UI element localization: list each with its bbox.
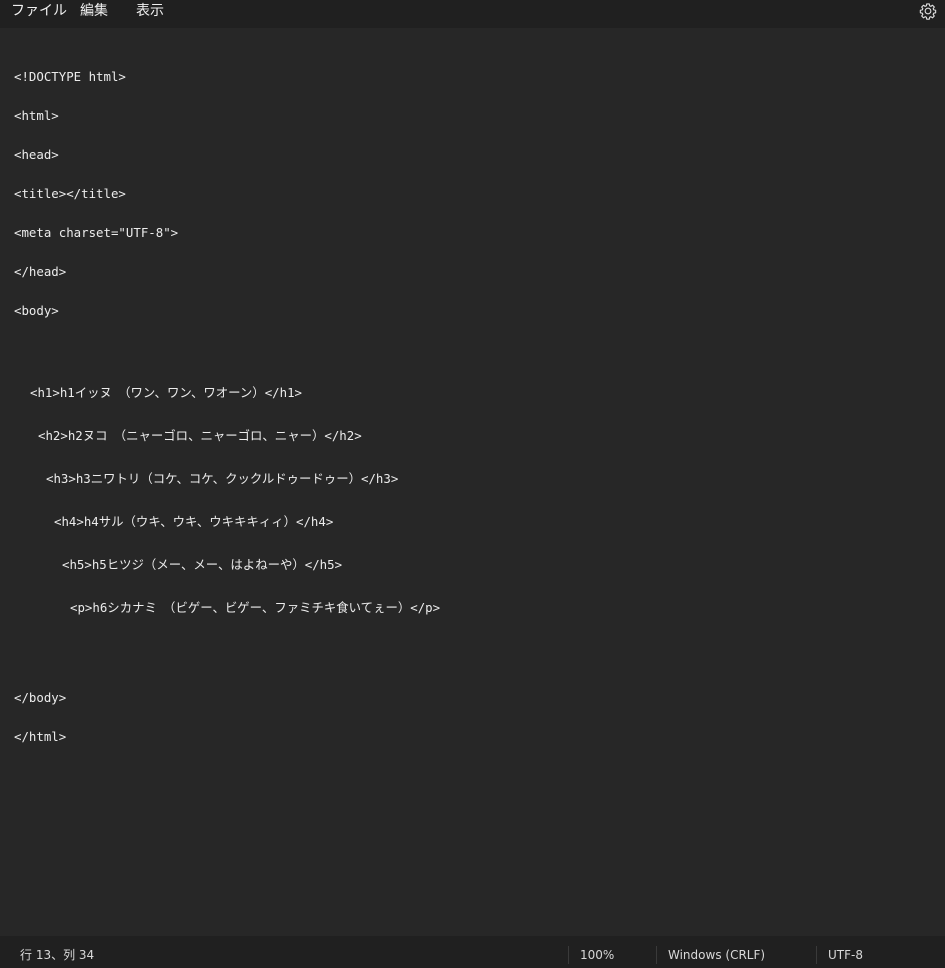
cursor-position: 行 13、列 34 — [20, 948, 95, 962]
zoom-level[interactable]: 100% — [580, 936, 614, 968]
code-line-p: <p>h6シカナミ （ビゲー、ビゲー、ファミチキ食いてぇー）</p> — [70, 600, 441, 615]
status-bar: 行 13、列 34 100% Windows (CRLF) UTF-8 — [0, 936, 945, 968]
status-divider — [656, 946, 657, 964]
code-line-h3: <h3>h3ニワトリ（コケ、コケ、クックルドゥードゥー）</h3> — [46, 471, 399, 486]
code-line: <title></title> — [14, 186, 126, 201]
settings-button[interactable] — [919, 2, 937, 20]
code-line-h2: <h2>h2ヌコ （ニャーゴロ、ニャーゴロ、ニャー）</h2> — [38, 428, 362, 443]
code-line: </head> — [14, 264, 67, 279]
text-editor[interactable]: <!DOCTYPE html> <html> <head> <title></t… — [0, 30, 945, 936]
code-line: <html> — [14, 108, 59, 123]
code-line: <body> — [14, 303, 59, 318]
code-line: </body> — [14, 690, 67, 705]
editor-content[interactable]: <!DOCTYPE html> <html> <head> <title></t… — [14, 44, 440, 769]
menu-file[interactable]: ファイル — [11, 0, 67, 24]
notepad-window: ファイル 編集 表示 <!DOCTYPE html> <html> <head>… — [0, 0, 945, 968]
code-line-h4: <h4>h4サル（ウキ、ウキ、ウキキキィィ）</h4> — [54, 514, 334, 529]
line-ending[interactable]: Windows (CRLF) — [668, 936, 765, 968]
menu-view[interactable]: 表示 — [136, 0, 164, 24]
code-line: <meta charset="UTF-8"> — [14, 225, 179, 240]
status-divider — [816, 946, 817, 964]
code-line: <!DOCTYPE html> — [14, 69, 126, 84]
encoding[interactable]: UTF-8 — [828, 936, 863, 968]
code-line: </html> — [14, 729, 67, 744]
code-line: <head> — [14, 147, 59, 162]
code-line-h5: <h5>h5ヒツジ（メー、メー、はよねーや）</h5> — [62, 557, 343, 572]
gear-icon — [919, 3, 937, 20]
menu-bar: ファイル 編集 表示 — [0, 0, 945, 28]
menu-edit[interactable]: 編集 — [80, 0, 108, 24]
status-divider — [568, 946, 569, 964]
code-line-h1: <h1>h1イッヌ （ワン、ワン、ワオーン）</h1> — [30, 385, 302, 400]
